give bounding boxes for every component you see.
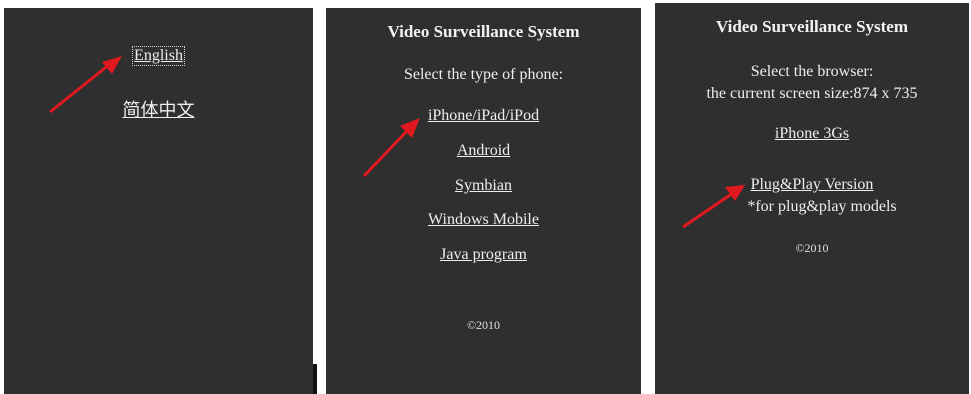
link-android[interactable]: Android (326, 142, 641, 160)
plug-play-note: *for plug&play models (747, 198, 897, 215)
phone-prompt: Select the type of phone: (403, 66, 564, 83)
language-panel: English 简体中文 (4, 8, 313, 394)
link-iphone-ipad-ipod[interactable]: iPhone/iPad/iPod (326, 107, 641, 125)
page-title: Video Surveillance System (387, 22, 580, 41)
copyright: ©2010 (466, 318, 501, 332)
link-iphone-3gs[interactable]: iPhone 3Gs (655, 125, 969, 143)
copyright: ©2010 (795, 241, 829, 255)
browser-panel: Video Surveillance System Select the bro… (655, 3, 969, 394)
link-windows-mobile[interactable]: Windows Mobile (326, 211, 641, 229)
screen-size-text: the current screen size:874 x 735 (706, 85, 918, 102)
link-english[interactable]: English (4, 46, 313, 66)
browser-prompt: Select the browser: (750, 63, 874, 80)
link-java-program[interactable]: Java program (326, 246, 641, 264)
phone-panel: Video Surveillance System Select the typ… (326, 8, 641, 394)
divider-mark (313, 364, 317, 394)
link-symbian[interactable]: Symbian (326, 177, 641, 195)
link-simplified-chinese[interactable]: 简体中文 (4, 96, 313, 122)
page-title: Video Surveillance System (715, 17, 909, 36)
link-plug-and-play-version[interactable]: Plug&Play Version (655, 176, 969, 194)
